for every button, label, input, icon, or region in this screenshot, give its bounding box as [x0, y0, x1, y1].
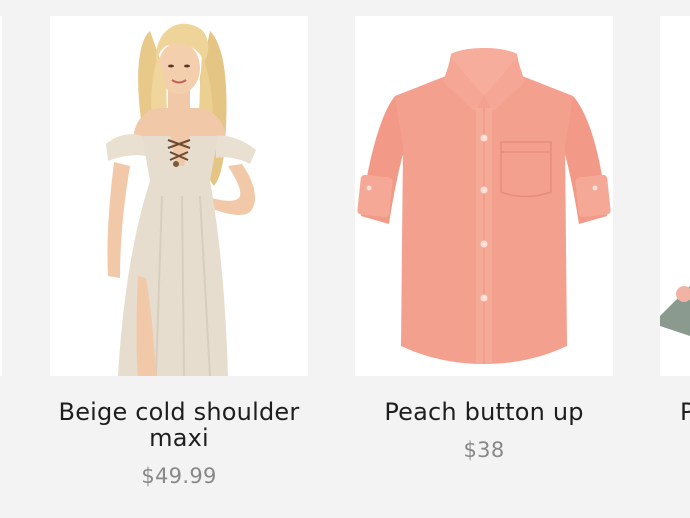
peach-shirt-photo: [355, 16, 613, 376]
product-image[interactable]: [0, 16, 2, 376]
product-title[interactable]: Beige cold shoulder maxi: [50, 399, 308, 451]
product-image[interactable]: [660, 16, 690, 376]
product-title[interactable]: P: [660, 399, 690, 425]
beige-dress-photo: [50, 16, 308, 376]
product-price: $49.99: [141, 464, 217, 488]
product-image[interactable]: [355, 16, 613, 376]
product-image[interactable]: [50, 16, 308, 376]
partial-product-photo: [660, 16, 690, 376]
product-price: $38: [463, 438, 505, 462]
product-card[interactable]: Beige cold shoulder maxi $49.99: [50, 16, 308, 488]
product-card[interactable]: Peach button up $38: [355, 16, 613, 462]
product-card-partial-left[interactable]: [0, 16, 2, 376]
product-carousel: Beige cold shoulder maxi $49.99 Peach bu…: [0, 0, 690, 518]
product-card-partial-right[interactable]: P: [660, 16, 690, 425]
product-title[interactable]: Peach button up: [355, 399, 613, 425]
